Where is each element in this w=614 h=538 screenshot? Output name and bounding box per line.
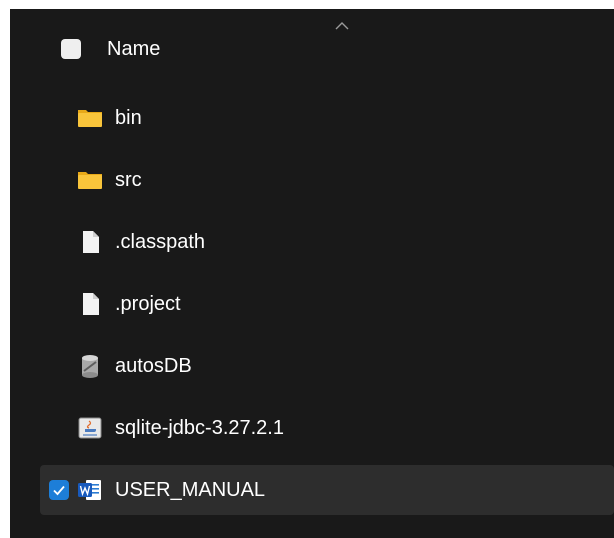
- file-name-label: src: [115, 169, 142, 191]
- checkmark-icon: [53, 485, 65, 496]
- file-name-label: sqlite-jdbc-3.27.2.1: [115, 417, 284, 439]
- file-name-label: .classpath: [115, 231, 206, 253]
- word-document-icon: [78, 480, 101, 500]
- column-header-name[interactable]: [10, 27, 614, 75]
- list-item-autosdb[interactable]: autosDB: [40, 341, 614, 391]
- column-header-label: Name: [107, 38, 161, 60]
- list-item-classpath[interactable]: .classpath: [40, 217, 614, 267]
- folder-icon: [78, 110, 102, 127]
- file-icon: [83, 293, 99, 315]
- database-file-icon: [82, 355, 98, 378]
- select-all-checkbox[interactable]: [61, 39, 81, 59]
- file-name-label: autosDB: [115, 355, 192, 377]
- list-item-project[interactable]: .project: [40, 279, 614, 329]
- java-jar-icon: [78, 417, 102, 439]
- explorer-window: Name bin src .classpath .project autosDB…: [0, 0, 614, 538]
- file-icon: [83, 231, 99, 253]
- row-checkbox[interactable]: [49, 480, 69, 500]
- list-item-sqlite-jdbc[interactable]: sqlite-jdbc-3.27.2.1: [40, 403, 614, 453]
- list-item-user-manual[interactable]: USER_MANUAL: [40, 465, 614, 515]
- file-name-label: .project: [115, 293, 181, 315]
- list-item-bin[interactable]: bin: [40, 93, 614, 143]
- file-list-panel: Name bin src .classpath .project autosDB…: [10, 9, 614, 538]
- file-name-label: USER_MANUAL: [115, 479, 266, 501]
- folder-icon: [78, 172, 102, 189]
- list-item-src[interactable]: src: [40, 155, 614, 205]
- file-name-label: bin: [115, 107, 142, 129]
